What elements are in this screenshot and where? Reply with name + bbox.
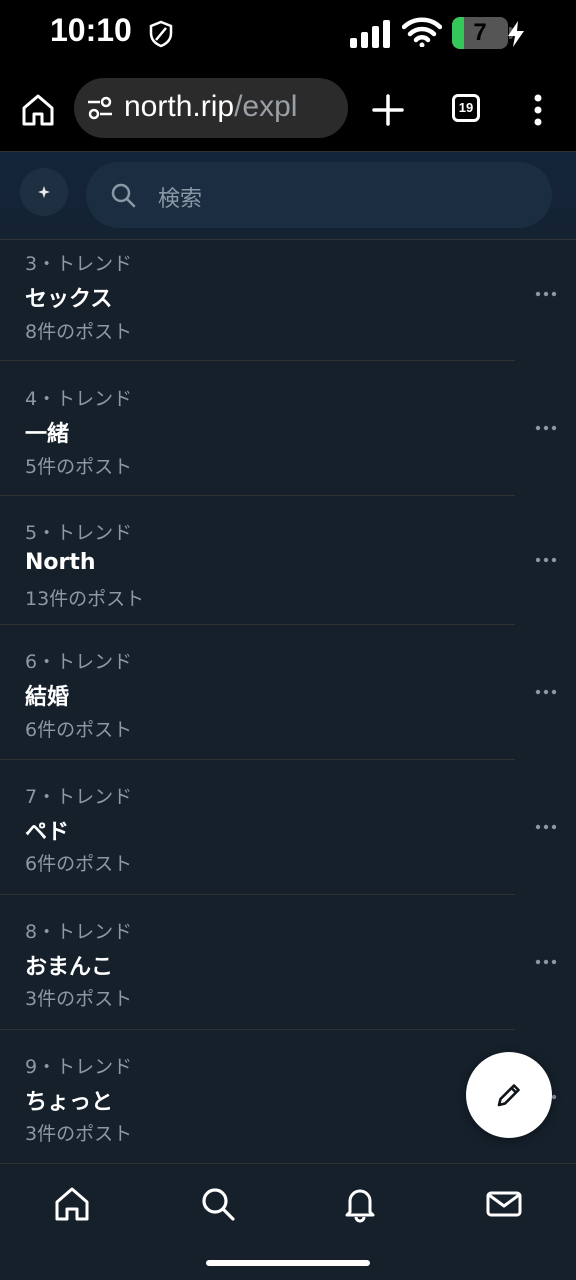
tab-switcher-button[interactable]: 19	[452, 94, 480, 122]
trend-item[interactable]: 3・トレンド セックス 8件のポスト	[0, 241, 576, 361]
more-options-icon[interactable]	[534, 424, 558, 432]
overflow-menu-icon[interactable]	[528, 92, 548, 128]
search-input[interactable]: 検索	[86, 162, 552, 228]
pencil-icon	[497, 1084, 520, 1107]
trend-name: North	[25, 550, 96, 575]
battery-level: 7	[473, 19, 487, 46]
trend-count: 3件のポスト	[25, 1123, 133, 1145]
trend-item[interactable]: 4・トレンド 一緒 5件のポスト	[0, 361, 576, 496]
wifi-icon	[402, 17, 442, 47]
site-settings-icon[interactable]	[86, 96, 114, 120]
trend-name: おまんこ	[25, 955, 114, 980]
trend-name: 一緒	[25, 422, 70, 447]
status-bar: 10:10 7	[0, 0, 576, 66]
trend-count: 5件のポスト	[25, 456, 133, 478]
trend-meta: 5・トレンド	[25, 522, 133, 544]
trend-meta: 7・トレンド	[25, 786, 133, 808]
home-indicator	[206, 1260, 370, 1266]
trend-count: 6件のポスト	[25, 853, 133, 875]
trend-meta: 8・トレンド	[25, 921, 133, 943]
search-placeholder: 検索	[158, 187, 203, 212]
trend-name: セックス	[25, 287, 113, 312]
cell-signal-icon	[350, 20, 390, 48]
more-options-icon[interactable]	[534, 688, 558, 696]
trend-item[interactable]: 7・トレンド ペド 6件のポスト	[0, 760, 576, 895]
battery-icon: 7	[452, 17, 508, 49]
trend-item[interactable]: 6・トレンド 結婚 6件のポスト	[0, 625, 576, 760]
trend-count: 13件のポスト	[25, 588, 145, 610]
compose-post-button[interactable]	[466, 1052, 552, 1138]
more-options-icon[interactable]	[534, 290, 558, 298]
search-icon	[111, 183, 136, 208]
charging-bolt-icon	[508, 21, 524, 47]
more-options-icon[interactable]	[534, 958, 558, 966]
trend-count: 8件のポスト	[25, 321, 133, 343]
sparkle-button[interactable]	[20, 168, 68, 216]
address-bar[interactable]: north.rip/expl	[74, 78, 348, 138]
trend-item[interactable]: 5・トレンド North 13件のポスト	[0, 496, 576, 625]
status-time: 10:10	[50, 12, 132, 48]
trend-item[interactable]: 8・トレンド おまんこ 3件のポスト	[0, 895, 576, 1030]
trend-list: 3・トレンド セックス 8件のポスト 4・トレンド 一緒 5件のポスト 5・トレ…	[0, 241, 576, 1165]
trend-meta: 4・トレンド	[25, 388, 133, 410]
trend-meta: 9・トレンド	[25, 1056, 133, 1078]
shield-icon	[149, 20, 173, 48]
browser-toolbar: north.rip/expl 19	[0, 66, 576, 152]
home-icon[interactable]	[52, 1184, 92, 1224]
trend-meta: 6・トレンド	[25, 651, 133, 673]
mail-icon[interactable]	[484, 1184, 524, 1224]
browser-home-icon[interactable]	[18, 90, 58, 130]
new-tab-icon[interactable]	[370, 92, 406, 128]
trend-count: 6件のポスト	[25, 719, 133, 741]
sparkle-icon	[38, 186, 50, 198]
search-header: 検索	[0, 152, 576, 240]
url-domain: north.rip	[124, 90, 235, 123]
trend-name: ちょっと	[25, 1090, 114, 1115]
more-options-icon[interactable]	[534, 823, 558, 831]
more-options-icon[interactable]	[534, 556, 558, 564]
url-path: /expl	[234, 90, 298, 123]
bell-icon[interactable]	[340, 1184, 380, 1224]
trend-name: ペド	[25, 820, 70, 845]
trend-name: 結婚	[25, 685, 70, 710]
bottom-navigation	[0, 1163, 576, 1280]
search-icon[interactable]	[198, 1184, 238, 1224]
url-text: north.rip/expl	[124, 90, 297, 124]
trend-meta: 3・トレンド	[25, 253, 133, 275]
trend-count: 3件のポスト	[25, 988, 133, 1010]
